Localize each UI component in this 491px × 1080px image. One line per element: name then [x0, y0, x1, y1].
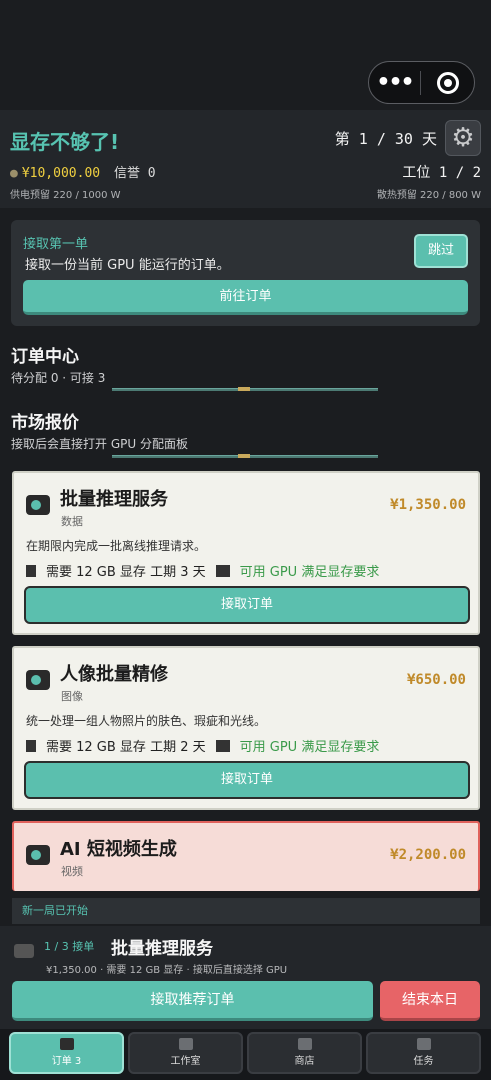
memory-icon: [26, 739, 36, 752]
toast-message: 新一局已开始: [12, 898, 480, 924]
work-period: 工期 2 天: [150, 740, 206, 755]
order-price: ¥1,350.00: [390, 497, 466, 513]
order-price: ¥2,200.00: [390, 847, 466, 863]
more-icon[interactable]: •••: [369, 70, 420, 95]
gpu-chip-icon: [215, 564, 230, 577]
fit-status: 可用 GPU 满足显存要求: [239, 565, 380, 580]
reputation-value: 信誉 0: [113, 166, 156, 181]
tab-label: 工作室: [170, 1056, 201, 1067]
fit-status: 可用 GPU 满足显存要求: [239, 740, 380, 755]
order-card: 批量推理服务 数据 ¥1,350.00 在期限内完成一批离线推理请求。 需要 1…: [12, 471, 480, 635]
status-header: 显存不够了! 第 1 / 30 天 ⚙ ● ¥10,000.00 信誉 0 工位 …: [0, 110, 491, 208]
tab-studio[interactable]: 工作室: [128, 1032, 243, 1074]
settings-gear-icon[interactable]: ⚙: [445, 120, 481, 156]
order-desc: 在期限内完成一批离线推理请求。: [26, 539, 207, 553]
day-counter: 第 1 / 30 天: [334, 130, 437, 148]
tab-label: 任务: [413, 1056, 434, 1067]
order-name: 人像批量精修: [60, 664, 168, 685]
memory-icon: [26, 564, 36, 577]
order-category: 数据: [61, 515, 83, 528]
accept-order-button[interactable]: 接取订单: [24, 586, 470, 624]
gpu-icon: [14, 944, 34, 958]
skip-button[interactable]: 跳过: [414, 234, 468, 268]
tab-tasks[interactable]: 任务: [366, 1032, 481, 1074]
studio-icon: [178, 1038, 193, 1050]
camera-icon: [26, 670, 50, 690]
order-name: 批量推理服务: [60, 489, 168, 510]
orders-icon: [59, 1038, 74, 1050]
tab-label: 商店: [294, 1056, 315, 1067]
gpu-chip-icon: [215, 739, 230, 752]
tutorial-desc: 接取一份当前 GPU 能运行的订单。: [25, 258, 230, 273]
game-title: 显存不够了!: [10, 130, 120, 154]
order-center-status: 待分配 0 · 可接 3: [11, 371, 106, 385]
memory-need: 需要 12 GB 显存: [46, 740, 146, 755]
money-display: ● ¥10,000.00 信誉 0: [10, 162, 156, 181]
mini-program-capsule: •••: [368, 61, 475, 104]
divider: [112, 454, 378, 458]
order-card: AI 短视频生成 视频 ¥2,200.00: [12, 821, 480, 891]
order-requirements: 需要 12 GB 显存 工期 3 天 可用 GPU 满足显存要求: [26, 561, 379, 580]
order-price: ¥650.00: [406, 672, 466, 688]
order-desc: 统一处理一组人物照片的肤色、瑕疵和光线。: [26, 714, 267, 728]
tab-label: 订单 3: [51, 1056, 82, 1067]
accept-recommended-button[interactable]: 接取推荐订单: [12, 981, 373, 1021]
video-icon: [26, 845, 50, 865]
market-title: 市场报价: [11, 413, 79, 433]
order-category: 图像: [61, 690, 83, 703]
tab-orders[interactable]: 订单 3: [9, 1032, 124, 1074]
recommend-info: ¥1,350.00 · 需要 12 GB 显存 · 接取后直接选择 GPU: [46, 965, 288, 976]
coin-icon: ●: [10, 166, 18, 181]
workstation-count: 工位 1 / 2: [402, 165, 481, 181]
gpu-icon: [26, 495, 50, 515]
cooling-reserve: 散热预留 220 / 800 W: [376, 190, 481, 201]
recommend-index: 1 / 3 接单: [44, 940, 95, 953]
top-bar: •••: [0, 0, 491, 108]
bottom-tab-bar: 订单 3 工作室 商店 任务: [0, 1029, 491, 1080]
accept-order-button[interactable]: 接取订单: [24, 761, 470, 799]
end-day-button[interactable]: 结束本日: [380, 981, 480, 1021]
memory-need: 需要 12 GB 显存: [46, 565, 146, 580]
tutorial-title: 接取第一单: [23, 237, 89, 252]
power-reserve: 供电预留 220 / 1000 W: [10, 190, 121, 201]
work-period: 工期 3 天: [150, 565, 206, 580]
order-card: 人像批量精修 图像 ¥650.00 统一处理一组人物照片的肤色、瑕疵和光线。 需…: [12, 646, 480, 810]
goto-orders-button[interactable]: 前往订单: [23, 280, 468, 315]
money-value: ¥10,000.00: [21, 166, 101, 181]
order-center-title: 订单中心: [11, 347, 79, 367]
tasks-icon: [416, 1038, 431, 1050]
tab-shop[interactable]: 商店: [247, 1032, 362, 1074]
order-requirements: 需要 12 GB 显存 工期 2 天 可用 GPU 满足显存要求: [26, 736, 379, 755]
divider: [112, 387, 378, 391]
tutorial-panel: 接取第一单 接取一份当前 GPU 能运行的订单。 跳过 前往订单: [11, 220, 480, 326]
market-subtitle: 接取后会直接打开 GPU 分配面板: [11, 437, 188, 451]
recommend-name: 批量推理服务: [111, 939, 213, 959]
shop-icon: [297, 1038, 312, 1050]
order-category: 视频: [61, 865, 83, 878]
close-icon[interactable]: [421, 71, 474, 94]
order-name: AI 短视频生成: [60, 839, 177, 860]
